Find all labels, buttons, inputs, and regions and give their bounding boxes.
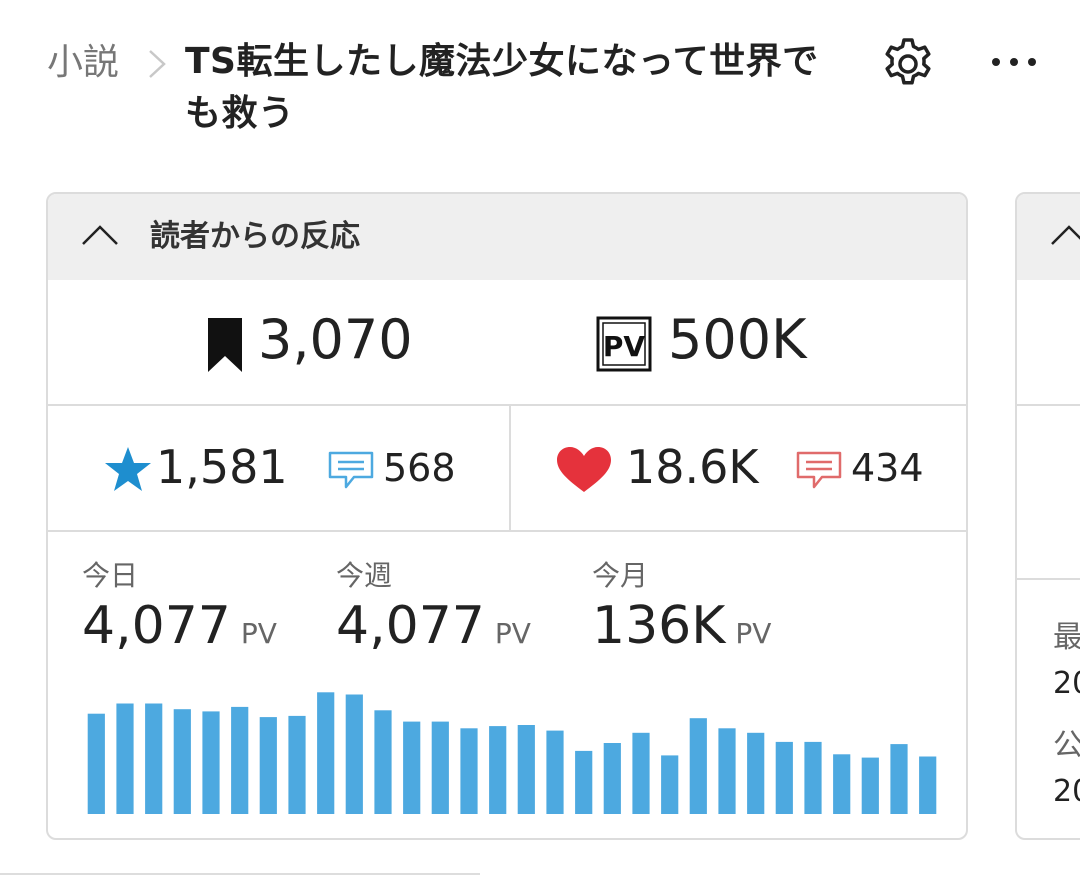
pv-unit: PV	[494, 617, 531, 650]
pv-bar	[833, 754, 851, 814]
pv-bar	[116, 703, 134, 814]
pv-bar	[775, 741, 793, 814]
pv-bar	[546, 730, 564, 814]
pv-bar	[403, 721, 421, 814]
pv-bar	[259, 717, 277, 814]
week-label: 今週	[336, 559, 393, 592]
row-divider	[509, 406, 511, 530]
pv-bar	[345, 694, 363, 814]
pv-bar	[689, 718, 707, 814]
pv-bar	[231, 706, 249, 814]
pv-bar	[575, 750, 593, 814]
side-card: 最 20 公 20	[1015, 192, 1080, 840]
today-value-line: 4,077 PV	[82, 594, 277, 666]
side-card-header[interactable]	[1017, 194, 1080, 280]
pv-bar	[919, 756, 937, 814]
pv-bar	[202, 711, 220, 814]
reactions-row: 1,581 568 18.6K 434	[48, 406, 966, 532]
page-title: TS転生したし魔法少女になって世界でも救う	[185, 41, 819, 134]
pv-bar	[517, 725, 535, 814]
review-count: 568	[383, 446, 456, 490]
month-label: 今月	[592, 559, 649, 592]
pv-bar	[374, 710, 392, 814]
breadcrumb-parent-link[interactable]: 小説	[47, 40, 119, 86]
chevron-right-icon	[149, 50, 166, 78]
side-card-value: 20	[1053, 666, 1080, 701]
bookmark-count: 3,070	[258, 308, 413, 371]
chevron-up-icon[interactable]	[80, 220, 120, 250]
week-stat: 今週 4,077 PV	[336, 558, 531, 666]
pv-bar	[317, 692, 335, 814]
pv-bar	[431, 721, 449, 814]
pv-bar	[460, 728, 478, 814]
daily-pv-bar-chart	[87, 692, 937, 814]
pv-bar	[747, 732, 765, 814]
pv-unit: PV	[240, 617, 277, 650]
side-card-divider	[1017, 578, 1080, 580]
pv-bar	[87, 713, 105, 814]
today-value: 4,077	[82, 596, 231, 656]
heart-icon	[557, 447, 611, 492]
pv-bar	[718, 728, 736, 814]
pv-bar	[603, 743, 621, 814]
chevron-up-icon[interactable]	[1049, 220, 1080, 250]
review-comment-icon	[328, 451, 374, 489]
week-value-line: 4,077 PV	[336, 594, 531, 666]
novel-stats-page: 小説 TS転生したし魔法少女になって世界でも救う 読者からの反応 3,070 P…	[0, 0, 1080, 875]
total-pv: 500K	[668, 308, 807, 371]
pv-bar	[173, 709, 191, 814]
pv-icon: PV	[596, 316, 652, 372]
star-count: 1,581	[156, 440, 288, 494]
svg-text:PV: PV	[603, 330, 646, 363]
side-card-divider	[1017, 404, 1080, 406]
card-header[interactable]: 読者からの反応	[48, 194, 966, 280]
comment-count: 434	[851, 446, 924, 490]
month-value-line: 136K PV	[592, 594, 771, 666]
pv-bar	[861, 757, 879, 814]
comment-icon	[796, 451, 842, 489]
gear-icon[interactable]	[878, 34, 938, 94]
pv-unit: PV	[735, 617, 772, 650]
totals-row: 3,070 PV 500K	[48, 280, 966, 406]
more-icon[interactable]	[986, 34, 1042, 90]
pv-bar	[288, 715, 306, 814]
pv-bar	[661, 755, 679, 814]
month-value: 136K	[592, 596, 726, 656]
pv-bar	[145, 703, 163, 814]
pv-bar	[632, 732, 650, 814]
today-stat: 今日 4,077 PV	[82, 558, 277, 666]
card-title: 読者からの反応	[150, 219, 360, 254]
pv-bar	[489, 726, 507, 814]
week-value: 4,077	[336, 596, 485, 656]
today-label: 今日	[82, 559, 139, 592]
pv-bar	[804, 741, 822, 814]
side-card-value: 20	[1053, 774, 1080, 809]
month-stat: 今月 136K PV	[592, 558, 771, 666]
heart-count: 18.6K	[626, 440, 759, 494]
star-icon	[105, 447, 151, 491]
bookmark-icon	[208, 318, 242, 372]
side-card-label: 最	[1053, 620, 1080, 655]
reader-reactions-card: 読者からの反応 3,070 PV 500K 1,581 568 18.6K 43…	[46, 192, 968, 840]
side-card-label: 公	[1053, 728, 1080, 763]
pv-bar	[890, 744, 908, 814]
